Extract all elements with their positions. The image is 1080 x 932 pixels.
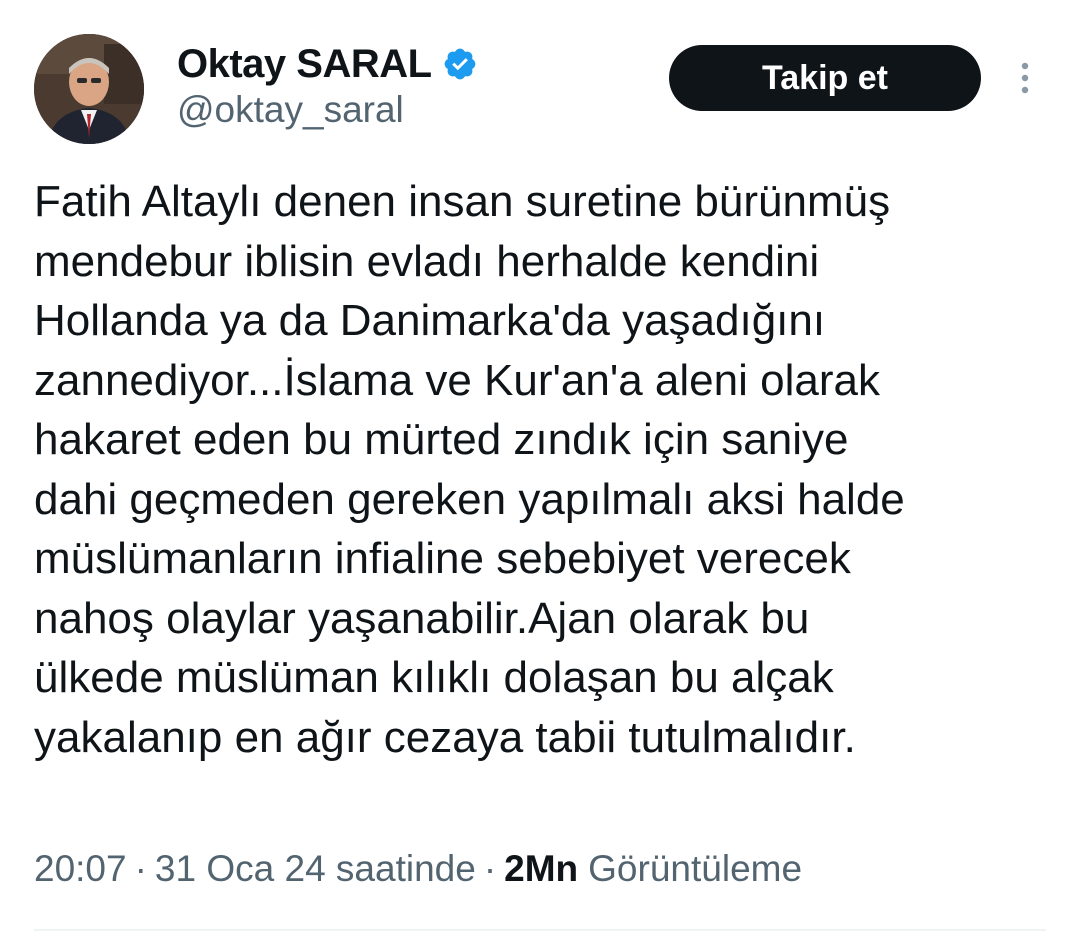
follow-button[interactable]: Takip et	[669, 45, 981, 111]
name-row: Oktay SARAL	[177, 38, 478, 90]
meta-separator: ·	[134, 848, 147, 889]
avatar[interactable]	[34, 34, 144, 144]
tweet-text-line: Fatih Altaylı denen insan suretine bürün…	[34, 177, 891, 226]
tweet: Oktay SARAL @oktay_saral Takip et Fatih …	[0, 0, 1080, 932]
tweet-text-line: ülkede müslüman kılıklı dolaşan bu alçak	[34, 653, 834, 702]
views-label: Görüntüleme	[588, 848, 803, 889]
tweet-text-line: mendebur iblisin evladı herhalde kendini	[34, 236, 820, 286]
tweet-text: Fatih Altaylı denen insan suretine bürün…	[34, 172, 1054, 767]
tweet-text-line: müslümanların infialine sebebiyet verece…	[34, 534, 851, 583]
more-vertical-icon[interactable]	[1012, 58, 1038, 98]
verified-badge-icon	[442, 46, 478, 82]
avatar-image	[34, 34, 144, 144]
display-name[interactable]: Oktay SARAL	[177, 42, 432, 87]
tweet-time[interactable]: 20:07	[34, 848, 127, 890]
tweet-text-line: nahoş olaylar yaşanabilir.Ajan olarak bu	[34, 593, 810, 643]
tweet-text-line: Hollanda ya da Danimarka'da yaşadığını	[34, 296, 826, 345]
user-handle[interactable]: @oktay_saral	[177, 89, 404, 131]
tweet-date[interactable]: 31 Oca 24 saatinde	[155, 848, 476, 890]
divider	[34, 929, 1046, 931]
tweet-text-line: dahi geçmeden gereken yapılmalı aksi hal…	[34, 474, 905, 524]
tweet-meta: 20:07 · 31 Oca 24 saatinde · 2Mn Görüntü…	[34, 848, 802, 890]
tweet-text-line: yakalanıp en ağır cezaya tabii tutulmalı…	[34, 712, 856, 762]
tweet-text-line: hakaret eden bu mürted zındık için saniy…	[34, 415, 849, 464]
meta-separator: ·	[483, 848, 497, 889]
views-count: 2Mn	[504, 848, 579, 889]
tweet-text-line: zannediyor...İslama ve Kur'an'a aleni ol…	[34, 355, 880, 405]
